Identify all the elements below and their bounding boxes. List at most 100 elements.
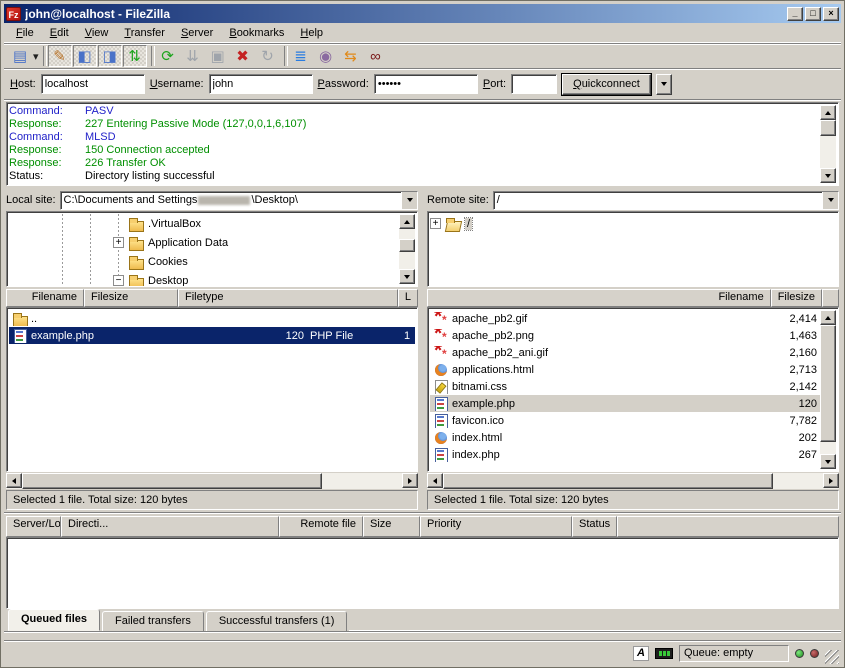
local-site-label: Local site: — [6, 194, 56, 206]
menu-item[interactable]: Server — [173, 25, 221, 41]
queue-column-header[interactable]: Server/Local file — [6, 516, 61, 537]
speed-limit-icon[interactable] — [655, 648, 673, 659]
sync-browsing-icon[interactable]: ⇆ — [339, 45, 363, 67]
site-manager-dropdown-icon[interactable]: ▾ — [33, 50, 39, 63]
local-horizontal-scrollbar[interactable] — [6, 473, 418, 489]
minimize-button[interactable]: _ — [787, 7, 803, 21]
scrollbar-thumb[interactable] — [443, 473, 773, 489]
column-header[interactable]: Filename — [427, 289, 771, 307]
remote-file-row[interactable]: bitnami.css 2,142 — [430, 378, 820, 395]
disconnect-icon[interactable]: ✖ — [231, 45, 255, 67]
local-path-combo[interactable]: C:\Documents and Settings\Desktop\ — [60, 191, 418, 210]
scroll-left-button[interactable] — [427, 473, 443, 488]
toggle-local-tree-icon[interactable]: ◧ — [73, 45, 97, 67]
remote-file-row[interactable]: apache_pb2.gif 2,414 — [430, 310, 820, 327]
scrollbar-track[interactable] — [322, 473, 402, 489]
scrollbar-thumb[interactable] — [820, 325, 836, 442]
remote-vertical-scrollbar[interactable] — [820, 310, 836, 469]
remote-file-row[interactable]: favicon.ico 7,782 — [430, 412, 820, 429]
site-manager-icon[interactable]: ▤ — [8, 45, 32, 67]
scroll-down-button[interactable] — [820, 454, 836, 469]
scrollbar-track[interactable] — [399, 252, 415, 269]
remote-file-row[interactable]: apache_pb2.png 1,463 — [430, 327, 820, 344]
menu-item[interactable]: Bookmarks — [221, 25, 292, 41]
remote-horizontal-scrollbar[interactable] — [427, 473, 839, 489]
local-path-dropdown-icon[interactable] — [401, 192, 417, 209]
queue-tab[interactable]: Successful transfers (1) — [206, 611, 348, 631]
scrollbar-track[interactable] — [399, 229, 415, 239]
local-tree-item[interactable]: Desktop — [9, 271, 399, 287]
scroll-left-button[interactable] — [6, 473, 22, 488]
local-file-row[interactable]: .. — [9, 310, 415, 327]
remote-path-combo[interactable]: / — [493, 191, 839, 210]
find-files-icon[interactable]: ∞ — [364, 45, 388, 67]
column-header[interactable]: Filesize — [771, 289, 822, 307]
toolbar-separator — [281, 46, 288, 66]
local-tree-item[interactable]: Application Data — [9, 233, 399, 252]
menu-item[interactable]: File — [8, 25, 42, 41]
process-queue-icon[interactable]: ⇊ — [181, 45, 205, 67]
maximize-button[interactable]: □ — [805, 7, 821, 21]
host-input[interactable] — [41, 74, 145, 94]
title-bar[interactable]: Fz john@localhost - FileZilla _ □ × — [4, 4, 841, 23]
local-file-row[interactable]: example.php 120 PHP File 1 — [9, 327, 415, 344]
tree-expander-icon[interactable] — [113, 237, 124, 248]
resize-grip[interactable] — [825, 650, 839, 664]
remote-file-row[interactable]: applications.html 2,713 — [430, 361, 820, 378]
local-tree-item[interactable]: .VirtualBox — [9, 214, 399, 233]
scroll-down-button[interactable] — [820, 168, 836, 183]
filter-icon[interactable]: ≣ — [289, 45, 313, 67]
port-input[interactable] — [511, 74, 557, 94]
tree-expander-icon[interactable] — [430, 218, 441, 229]
remote-file-row[interactable]: example.php 120 — [430, 395, 820, 412]
menu-item[interactable]: Edit — [42, 25, 77, 41]
scroll-right-button[interactable] — [402, 473, 418, 488]
column-header[interactable]: Filesize — [84, 289, 178, 307]
scroll-right-button[interactable] — [823, 473, 839, 488]
scrollbar-thumb[interactable] — [820, 120, 836, 136]
queue-column-header[interactable]: Priority — [420, 516, 572, 537]
remote-tree-item[interactable]: / — [430, 214, 820, 233]
quickconnect-button[interactable]: Quickconnect — [562, 74, 651, 95]
toggle-remote-tree-icon[interactable]: ◨ — [98, 45, 122, 67]
scroll-down-button[interactable] — [399, 269, 415, 284]
reconnect-icon[interactable]: ↻ — [256, 45, 280, 67]
remote-file-row[interactable]: apache_pb2_ani.gif 2,160 — [430, 344, 820, 361]
toggle-queue-icon[interactable]: ⇅ — [123, 45, 147, 67]
scrollbar-thumb[interactable] — [399, 239, 415, 252]
compare-icon[interactable]: ◉ — [314, 45, 338, 67]
local-tree-scrollbar[interactable] — [399, 214, 415, 284]
toggle-message-log-icon[interactable]: ✎ — [48, 45, 72, 67]
scrollbar-track[interactable] — [773, 473, 823, 489]
scrollbar-track[interactable] — [820, 136, 836, 168]
queue-column-header[interactable]: Directi... — [61, 516, 279, 537]
menu-item[interactable]: Transfer — [116, 25, 173, 41]
scrollbar-thumb[interactable] — [22, 473, 322, 489]
password-input[interactable] — [374, 74, 478, 94]
scroll-up-button[interactable] — [820, 105, 836, 120]
menu-item[interactable]: View — [77, 25, 117, 41]
column-header[interactable]: L — [398, 289, 418, 307]
queue-column-header[interactable]: Remote file — [279, 516, 363, 537]
queue-tab[interactable]: Failed transfers — [102, 611, 204, 631]
refresh-icon[interactable]: ⟳ — [156, 45, 180, 67]
column-header[interactable]: Filename — [6, 289, 84, 307]
cancel-operation-icon[interactable]: ▣ — [206, 45, 230, 67]
quickconnect-dropdown-icon[interactable] — [656, 74, 672, 95]
scroll-up-button[interactable] — [820, 310, 836, 325]
log-scrollbar[interactable] — [820, 105, 836, 183]
queue-column-header[interactable]: Size — [363, 516, 420, 537]
menu-item[interactable]: Help — [292, 25, 331, 41]
queue-column-header[interactable]: Status — [572, 516, 617, 537]
remote-file-row[interactable]: index.html 202 — [430, 429, 820, 446]
remote-path-dropdown-icon[interactable] — [822, 192, 838, 209]
scroll-up-button[interactable] — [399, 214, 415, 229]
remote-file-row[interactable]: index.php 267 — [430, 446, 820, 463]
username-input[interactable] — [209, 74, 313, 94]
column-header[interactable]: Filetype — [178, 289, 398, 307]
local-tree-item[interactable]: Cookies — [9, 252, 399, 271]
queue-tab[interactable]: Queued files — [8, 609, 100, 631]
scrollbar-track[interactable] — [820, 442, 836, 454]
tree-expander-icon[interactable] — [113, 275, 124, 286]
close-button[interactable]: × — [823, 7, 839, 21]
